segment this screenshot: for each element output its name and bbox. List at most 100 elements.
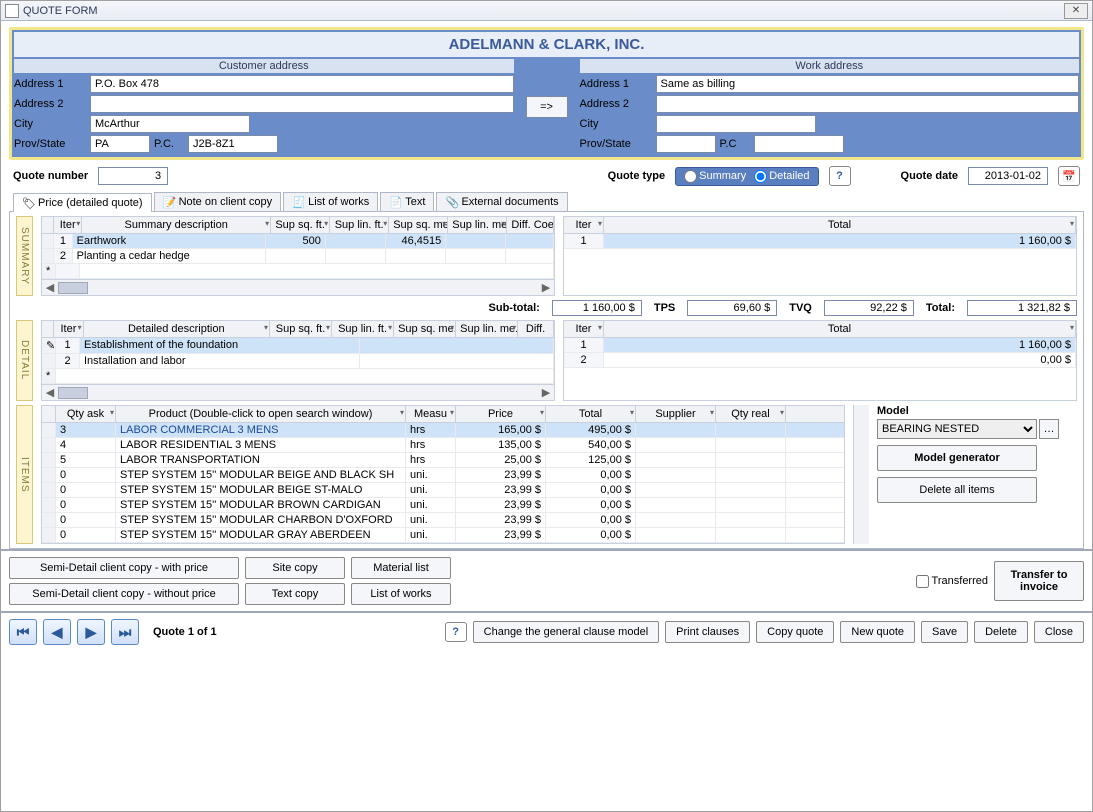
list-of-works-button[interactable]: List of works <box>351 583 451 605</box>
model-select[interactable]: BEARING NESTED <box>877 419 1037 439</box>
table-row[interactable]: 1 Earthwork 500 46,4515 <box>42 234 554 249</box>
detail-grid[interactable]: Iter▾ Detailed description▾ Sup sq. ft.▾… <box>41 320 555 401</box>
quote-type-help-button[interactable]: ? <box>829 166 851 186</box>
tab-note[interactable]: 📝Note on client copy <box>154 192 282 211</box>
semi-detail-with-price-button[interactable]: Semi-Detail client copy - with price <box>9 557 239 579</box>
record-counter: Quote 1 of 1 <box>153 626 217 638</box>
quote-date-label: Quote date <box>901 170 958 182</box>
work-pc-label: P.C <box>720 138 750 150</box>
work-prov-input[interactable] <box>656 135 716 153</box>
table-row[interactable]: 11 160,00 $ <box>564 338 1076 353</box>
site-copy-button[interactable]: Site copy <box>245 557 345 579</box>
table-row[interactable]: 0 STEP SYSTEM 15'' MODULAR GRAY ABERDEEN… <box>42 528 844 543</box>
quote-type-summary-radio[interactable]: Summary <box>684 170 746 183</box>
work-addr1-label: Address 1 <box>580 78 652 90</box>
form-icon <box>5 4 19 18</box>
dropdown-icon[interactable]: ▾ <box>324 219 328 228</box>
total-label: Total: <box>926 302 955 314</box>
quote-number-input[interactable] <box>98 167 168 185</box>
transferred-checkbox[interactable]: Transferred <box>916 575 988 588</box>
print-clauses-button[interactable]: Print clauses <box>665 621 750 643</box>
cust-addr1-label: Address 1 <box>14 78 86 90</box>
work-address-heading: Work address <box>580 59 1080 73</box>
dropdown-icon[interactable]: ▾ <box>265 219 269 228</box>
table-row[interactable]: 5 LABOR TRANSPORTATION hrs 25,00 $ 125,0… <box>42 453 844 468</box>
date-picker-button[interactable]: 📅 <box>1058 166 1080 186</box>
model-label: Model <box>877 405 1077 417</box>
cust-city-label: City <box>14 118 86 130</box>
tab-external-docs[interactable]: 📎External documents <box>436 192 567 211</box>
change-clause-model-button[interactable]: Change the general clause model <box>473 621 660 643</box>
detail-hscroll[interactable]: ◀▶ <box>42 384 554 400</box>
work-addr1-input[interactable] <box>656 75 1080 93</box>
subtotal-label: Sub-total: <box>489 302 540 314</box>
tab-text[interactable]: 📄Text <box>380 192 434 211</box>
new-quote-button[interactable]: New quote <box>840 621 915 643</box>
items-grid[interactable]: Qty ask▾ Product (Double-click to open s… <box>41 405 845 544</box>
last-record-button[interactable]: ⏭ <box>111 619 139 645</box>
tabs-bar: 🏷Price (detailed quote) 📝Note on client … <box>9 192 1084 212</box>
table-row[interactable]: 0 STEP SYSTEM 15'' MODULAR BROWN CARDIGA… <box>42 498 844 513</box>
summary-hscroll[interactable]: ◀▶ <box>42 279 554 295</box>
cust-addr1-input[interactable] <box>90 75 514 93</box>
quote-date-input[interactable] <box>968 167 1048 185</box>
transfer-to-invoice-button[interactable]: Transfer to invoice <box>994 561 1084 601</box>
cust-pc-input[interactable] <box>188 135 278 153</box>
work-address-group: Work address Address 1 Address 2 City <box>580 59 1080 155</box>
table-row[interactable]: ✎1Establishment of the foundation <box>42 338 554 354</box>
copy-address-button[interactable]: => <box>526 96 568 118</box>
work-addr2-input[interactable] <box>656 95 1080 113</box>
semi-detail-without-price-button[interactable]: Semi-Detail client copy - without price <box>9 583 239 605</box>
table-row[interactable]: 4 LABOR RESIDENTIAL 3 MENS hrs 135,00 $ … <box>42 438 844 453</box>
text-copy-button[interactable]: Text copy <box>245 583 345 605</box>
save-button[interactable]: Save <box>921 621 968 643</box>
summary-total-grid[interactable]: Iter▾ Total▾ 1 1 160,00 $ <box>563 216 1077 296</box>
cust-city-input[interactable] <box>90 115 250 133</box>
table-row[interactable]: 1 1 160,00 $ <box>564 234 1076 249</box>
footer-help-button[interactable]: ? <box>445 622 467 642</box>
quote-type-detailed-radio[interactable]: Detailed <box>754 170 809 183</box>
table-row[interactable]: 3 LABOR COMMERCIAL 3 MENS hrs 165,00 $ 4… <box>42 423 844 438</box>
subtotal-value: 1 160,00 $ <box>552 300 642 316</box>
items-section-label: ITEMS <box>16 405 33 544</box>
first-record-button[interactable]: ⏮ <box>9 619 37 645</box>
delete-all-items-button[interactable]: Delete all items <box>877 477 1037 503</box>
model-generator-button[interactable]: Model generator <box>877 445 1037 471</box>
prev-record-button[interactable]: ◀ <box>43 619 71 645</box>
cust-addr2-input[interactable] <box>90 95 514 113</box>
tab-price[interactable]: 🏷Price (detailed quote) <box>13 193 152 212</box>
quote-type-radio-group: Summary Detailed <box>675 167 818 186</box>
work-city-label: City <box>580 118 652 130</box>
copy-quote-button[interactable]: Copy quote <box>756 621 834 643</box>
table-row[interactable]: 20,00 $ <box>564 353 1076 368</box>
cust-pc-label: P.C. <box>154 138 184 150</box>
tab-list-works[interactable]: 🧾List of works <box>283 192 378 211</box>
customer-address-group: Customer address Address 1 Address 2 Cit… <box>14 59 514 155</box>
next-record-button[interactable]: ▶ <box>77 619 105 645</box>
dropdown-icon[interactable]: ▾ <box>501 219 505 228</box>
work-city-input[interactable] <box>656 115 816 133</box>
table-row[interactable]: 0 STEP SYSTEM 15'' MODULAR CHARBON D'OXF… <box>42 513 844 528</box>
detail-section-label: DETAIL <box>16 320 33 401</box>
table-row[interactable]: 0 STEP SYSTEM 15'' MODULAR BEIGE AND BLA… <box>42 468 844 483</box>
table-row[interactable]: 0 STEP SYSTEM 15'' MODULAR BEIGE ST-MALO… <box>42 483 844 498</box>
note-icon: 📝 <box>163 196 175 208</box>
cust-prov-input[interactable] <box>90 135 150 153</box>
model-browse-button[interactable]: … <box>1039 419 1059 439</box>
new-row[interactable]: * <box>42 369 554 384</box>
summary-grid[interactable]: Iter▾ Summary description▾ Sup sq. ft.▾ … <box>41 216 555 296</box>
dropdown-icon[interactable]: ▾ <box>442 219 446 228</box>
dropdown-icon[interactable]: ▾ <box>76 219 80 228</box>
close-button[interactable]: Close <box>1034 621 1084 643</box>
titlebar: QUOTE FORM ✕ <box>1 1 1092 21</box>
detail-total-grid[interactable]: Iter▾ Total▾ 11 160,00 $ 20,00 $ <box>563 320 1077 401</box>
work-pc-input[interactable] <box>754 135 844 153</box>
material-list-button[interactable]: Material list <box>351 557 451 579</box>
new-row[interactable]: * <box>42 264 554 279</box>
delete-button[interactable]: Delete <box>974 621 1028 643</box>
items-vscroll[interactable] <box>853 405 869 544</box>
dropdown-icon[interactable]: ▾ <box>383 219 387 228</box>
table-row[interactable]: 2Installation and labor <box>42 354 554 369</box>
table-row[interactable]: 2 Planting a cedar hedge <box>42 249 554 264</box>
window-close-button[interactable]: ✕ <box>1064 3 1088 19</box>
